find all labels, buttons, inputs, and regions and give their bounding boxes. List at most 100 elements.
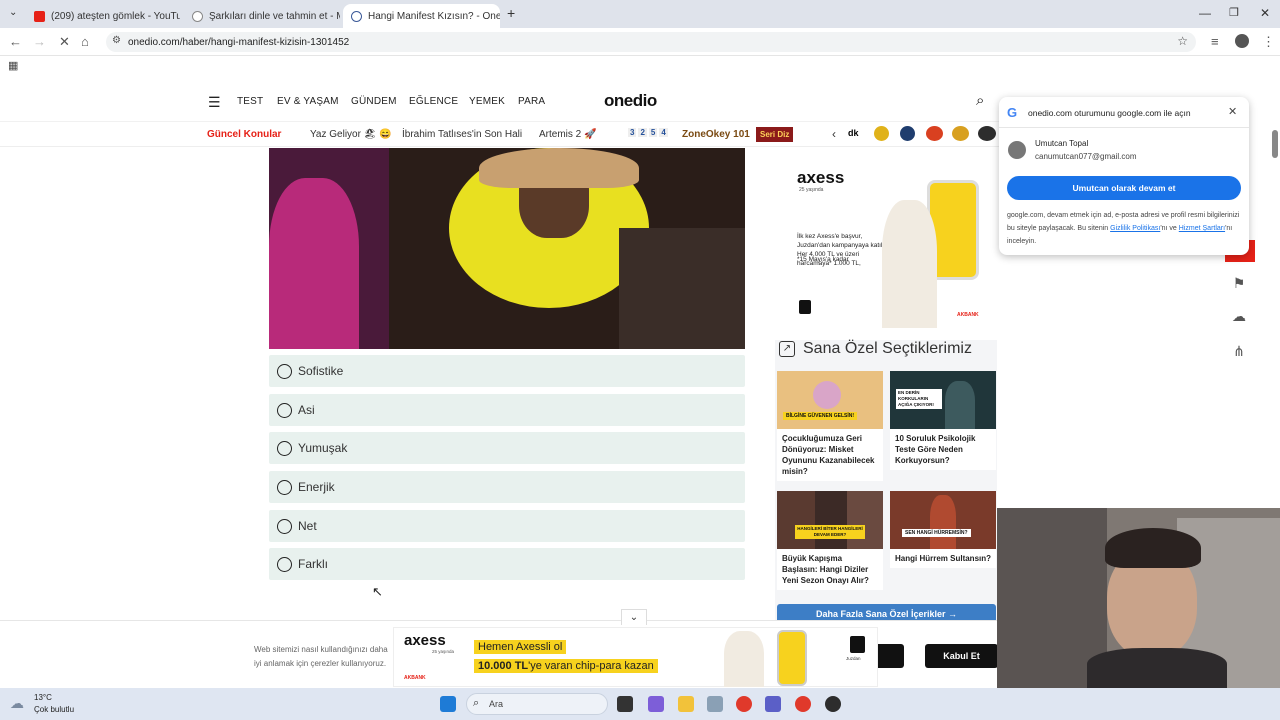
nav-test[interactable]: TEST xyxy=(237,96,263,107)
onedio-logo[interactable]: onedio xyxy=(604,91,657,111)
sidebar-ad[interactable]: axess 25 yaşında İlk kez Axess'e başvur,… xyxy=(787,160,990,328)
topics-heading: Güncel Konular xyxy=(207,129,282,140)
recommendation-card[interactable]: SEN HANGİ HÜRREMSİN? Hangi Hürrem Sultan… xyxy=(890,491,996,568)
radio-button[interactable] xyxy=(277,518,292,534)
copilot-icon[interactable] xyxy=(648,696,664,712)
task-view-icon[interactable] xyxy=(617,696,633,712)
nav-para[interactable]: PARA xyxy=(518,96,545,107)
loading-stop-icon[interactable]: ✕ xyxy=(59,34,70,50)
hamburger-menu-icon[interactable]: ☰ xyxy=(208,94,221,111)
minimize-icon[interactable]: — xyxy=(1199,6,1211,20)
scrollbar[interactable] xyxy=(1272,130,1278,158)
topic-link[interactable]: Artemis 2 🚀 xyxy=(539,129,596,140)
radio-button[interactable] xyxy=(277,440,292,456)
brand-badge-icon[interactable] xyxy=(926,126,943,141)
bookmark-star-icon[interactable]: ☆ xyxy=(1177,34,1188,48)
recommend-icon: ↗ xyxy=(779,341,795,357)
answer-option[interactable]: Farklı xyxy=(269,548,745,580)
chevron-left-icon[interactable]: ‹ xyxy=(832,127,836,141)
media-icon[interactable]: ≡ xyxy=(1211,34,1219,49)
google-one-tap-popup: G onedio.com oturumunu google.com ile aç… xyxy=(999,97,1249,255)
zoneokey-tiles[interactable]: 3 2 5 4 xyxy=(628,128,668,137)
google-g-icon: G xyxy=(1007,105,1018,120)
profile-avatar[interactable] xyxy=(1235,34,1249,48)
zoneokey-link[interactable]: ZoneOkey 101 xyxy=(682,129,750,140)
banner-line-1: Hemen Axessli ol xyxy=(474,640,567,654)
radio-button[interactable] xyxy=(277,363,292,379)
app-icon[interactable] xyxy=(825,696,841,712)
brand-badge-icon[interactable] xyxy=(978,126,996,141)
youtube-icon xyxy=(34,10,45,22)
radio-button[interactable] xyxy=(277,479,292,495)
terms-link[interactable]: Hizmet Şartları xyxy=(1179,225,1225,232)
topic-link[interactable]: İbrahim Tatlıses'in Son Hali xyxy=(402,129,522,140)
brand-badge-icon[interactable] xyxy=(874,126,889,141)
site-info-icon[interactable]: ⚙ xyxy=(112,35,121,46)
home-icon[interactable]: ⌂ xyxy=(81,34,89,49)
maximize-icon[interactable]: ❐ xyxy=(1229,6,1239,19)
privacy-link[interactable]: Gizlilik Politikası xyxy=(1110,225,1160,232)
windows-start-icon[interactable] xyxy=(440,696,456,712)
url-field[interactable]: ⚙ onedio.com/haber/hangi-manifest-kizisi… xyxy=(106,32,1196,52)
collapse-ad-button[interactable]: ⌄ xyxy=(621,609,647,625)
nav-eglence[interactable]: EĞLENCE xyxy=(409,96,458,107)
answer-option[interactable]: Asi xyxy=(269,394,745,426)
thumb-caption: EN DERİN KORKULARIN AÇIĞA ÇIKIYOR! xyxy=(896,389,942,409)
answer-option[interactable]: Net xyxy=(269,510,745,542)
weather-cloud-icon: ☁ xyxy=(10,695,24,711)
banner-phone-graphic xyxy=(777,630,807,686)
comments-icon[interactable]: ☁ xyxy=(1226,303,1252,329)
account-avatar xyxy=(1008,141,1026,159)
file-explorer-icon[interactable] xyxy=(678,696,694,712)
tab-list-chevron-icon[interactable]: ⌄ xyxy=(9,7,17,18)
new-tab-button[interactable]: + xyxy=(507,5,515,21)
share-icon[interactable]: ⋔ xyxy=(1226,338,1252,364)
bookmark-icon[interactable]: ⚑ xyxy=(1226,270,1252,296)
brand-badge-icon[interactable] xyxy=(952,126,969,141)
forward-icon[interactable]: → xyxy=(33,34,46,49)
nav-gundem[interactable]: GÜNDEM xyxy=(351,96,397,107)
topics-bar: Güncel Konular Yaz Geliyor 🏖 😄 İbrahim T… xyxy=(0,121,1000,147)
answer-option[interactable]: Yumuşak xyxy=(269,432,745,464)
radio-button[interactable] xyxy=(277,556,292,572)
search-icon: ⌕ xyxy=(473,697,480,709)
person-graphic xyxy=(882,200,937,328)
nav-ev-yasam[interactable]: EV & YAŞAM xyxy=(277,96,339,107)
tab-sarkilari[interactable]: Şarkıları dinle ve tahmin et - M ✕ xyxy=(184,4,340,28)
card-thumbnail: SEN HANGİ HÜRREMSİN? xyxy=(890,491,996,549)
account-row[interactable]: Umutcan Topal canumutcan077@gmail.com xyxy=(999,135,1249,169)
tab-youtube[interactable]: (209) ateşten gömlek - YouTube ✕ xyxy=(26,4,180,28)
bottom-banner-ad[interactable]: axess 25 yaşında AKBANK Hemen Axessli ol… xyxy=(393,627,878,687)
app-icon[interactable] xyxy=(795,696,811,712)
answer-option[interactable]: Sofistike xyxy=(269,355,745,387)
close-window-icon[interactable]: ✕ xyxy=(1260,6,1270,20)
recommendation-card[interactable]: EN DERİN KORKULARIN AÇIĞA ÇIKIYOR! 10 So… xyxy=(890,371,996,470)
taskbar-search[interactable]: ⌕ Ara xyxy=(466,693,608,715)
popup-disclaimer: google.com, devam etmek için ad, e-posta… xyxy=(1007,209,1242,248)
brand-badge-icon[interactable] xyxy=(900,126,915,141)
app-icon[interactable] xyxy=(707,696,723,712)
answer-option[interactable]: Enerjik xyxy=(269,471,745,503)
chrome-icon[interactable] xyxy=(736,696,752,712)
windows-taskbar: ☁ 13°C Çok bulutlu ⌕ Ara xyxy=(0,688,1280,720)
ad-brand-sub: 25 yaşında xyxy=(799,187,824,193)
ad-bank: AKBANK xyxy=(957,312,979,318)
radio-button[interactable] xyxy=(277,402,292,418)
search-icon[interactable]: ⌕ xyxy=(976,92,984,109)
teams-icon[interactable] xyxy=(765,696,781,712)
seri-diz-badge[interactable]: Seri Diz xyxy=(756,127,794,142)
menu-icon[interactable]: ⋮ xyxy=(1262,34,1275,50)
recommendation-card[interactable]: BİLGİNE GÜVENEN GELSİN! Çocukluğumuza Ge… xyxy=(777,371,883,481)
answer-label: Enerjik xyxy=(298,480,335,494)
back-icon[interactable]: ← xyxy=(9,34,22,49)
accept-cookies-button[interactable]: Kabul Et xyxy=(925,644,998,668)
continue-as-button[interactable]: Umutcan olarak devam et xyxy=(1007,176,1241,200)
dk-logo-icon[interactable]: dk xyxy=(848,128,859,138)
nav-yemek[interactable]: YEMEK xyxy=(469,96,505,107)
thumb-caption: SEN HANGİ HÜRREMSİN? xyxy=(902,529,971,537)
tab-onedio-active[interactable]: Hangi Manifest Kızısın? - Oned ✕ xyxy=(343,4,500,28)
recommendation-card[interactable]: HANGİLERİ BİTER HANGİLERİ DEVAM EDER? Bü… xyxy=(777,491,883,590)
popup-close-icon[interactable]: ✕ xyxy=(1228,105,1237,118)
apps-grid-icon[interactable]: ▦ xyxy=(8,59,18,72)
topic-link[interactable]: Yaz Geliyor 🏖 😄 xyxy=(310,129,392,140)
